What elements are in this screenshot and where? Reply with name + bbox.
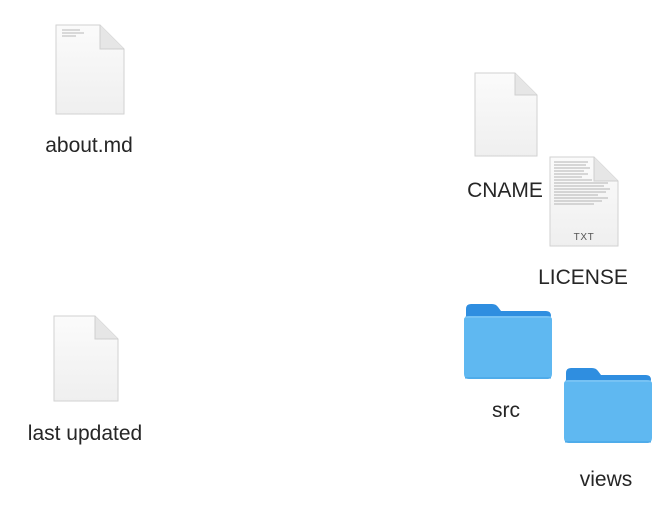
file-type-badge: TXT [574,232,595,243]
desktop-item-about-md[interactable]: about.md [0,0,180,170]
folder-icon [462,302,554,380]
folder-icon [562,366,654,444]
desktop-item-label: last updated [27,422,143,445]
desktop-item-last-updated[interactable]: last updated [0,305,180,455]
blank-document-icon [473,72,539,158]
text-document-icon: TXT [548,156,620,248]
desktop-item-label: src [492,399,520,422]
desktop-item-label: about.md [45,134,133,157]
desktop-item-src[interactable]: src [455,295,565,435]
desktop-item-license[interactable]: TXT LICENSE [530,152,640,292]
desktop: about.md CNAME TXT LICENSE last updated … [0,0,666,512]
text-document-icon [54,24,126,116]
desktop-item-label: views [579,468,633,491]
blank-document-icon [52,315,120,403]
desktop-item-views[interactable]: views [555,360,666,500]
desktop-item-label: LICENSE [538,266,628,289]
